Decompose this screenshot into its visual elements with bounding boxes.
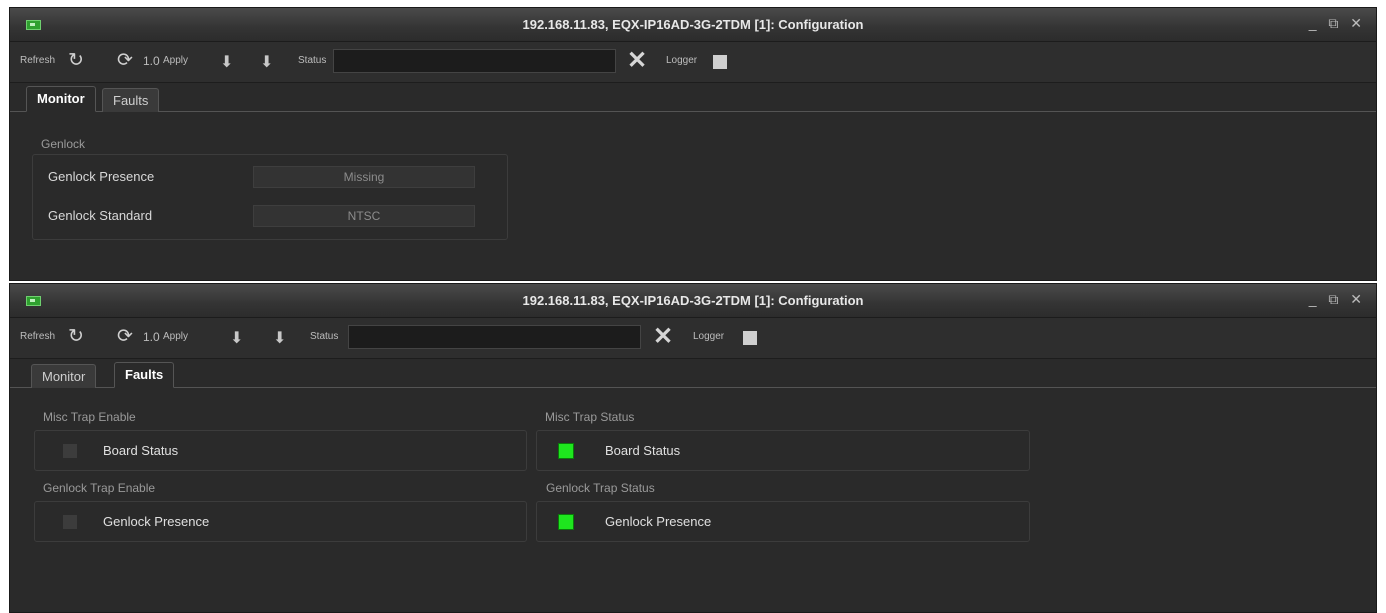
toolbar: Refresh ↻ ⟳ 1.0 Apply ⬇ ⬇ Status ✕ Logge… (10, 42, 1376, 83)
refresh-label: Refresh (20, 55, 56, 66)
download-all-icon[interactable]: ⬇ (260, 52, 273, 72)
tab-faults[interactable]: Faults (114, 362, 175, 388)
close-icon[interactable]: ✕ (1350, 15, 1366, 32)
window-title: 192.168.11.83, EQX-IP16AD-3G-2TDM [1]: C… (522, 17, 864, 32)
genlock-presence-status-label: Genlock Presence (605, 514, 712, 529)
genlock-presence-enable-label: Genlock Presence (103, 514, 210, 529)
title-bar[interactable]: 192.168.11.83, EQX-IP16AD-3G-2TDM [1]: C… (10, 284, 1376, 318)
version-label: 1.0 (143, 54, 160, 68)
window-controls: _ ⧉ ✕ (1309, 15, 1366, 32)
genlock-trap-status-group: Genlock Presence (536, 501, 1030, 542)
genlock-standard-value: NTSC (253, 205, 475, 227)
logger-toggle[interactable] (743, 331, 757, 345)
apply-label[interactable]: Apply (163, 55, 188, 66)
status-field (348, 325, 641, 349)
tab-faults[interactable]: Faults (102, 88, 160, 112)
genlock-presence-label: Genlock Presence (48, 169, 155, 184)
genlock-trap-enable-group: Genlock Presence (34, 501, 527, 542)
title-bar[interactable]: 192.168.11.83, EQX-IP16AD-3G-2TDM [1]: C… (10, 8, 1376, 42)
download-all-icon[interactable]: ⬇ (273, 328, 286, 348)
window-controls: _ ⧉ ✕ (1309, 291, 1366, 308)
minimize-icon[interactable]: _ (1309, 291, 1321, 307)
reload-icon[interactable]: ⟳ (117, 327, 133, 347)
board-status-enable-checkbox[interactable] (62, 443, 78, 459)
version-label: 1.0 (143, 330, 160, 344)
misc-trap-enable-group: Board Status (34, 430, 527, 471)
genlock-presence-enable-checkbox[interactable] (62, 514, 78, 530)
tab-monitor[interactable]: Monitor (31, 364, 97, 388)
board-status-enable-label: Board Status (103, 443, 179, 458)
tab-bar: Monitor Faults (10, 359, 1376, 388)
genlock-presence-value: Missing (253, 166, 475, 188)
status-label: Status (298, 55, 327, 66)
download-icon[interactable]: ⬇ (220, 52, 233, 72)
status-field (333, 49, 616, 73)
genlock-group: Genlock Presence Missing Genlock Standar… (32, 154, 508, 240)
reload-icon[interactable]: ⟳ (117, 51, 133, 71)
genlock-presence-indicator-icon (558, 514, 574, 530)
genlock-trap-enable-title: Genlock Trap Enable (43, 481, 156, 495)
config-window-faults: 192.168.11.83, EQX-IP16AD-3G-2TDM [1]: C… (9, 283, 1377, 613)
restore-icon[interactable]: ⧉ (1328, 15, 1342, 32)
window-title: 192.168.11.83, EQX-IP16AD-3G-2TDM [1]: C… (522, 293, 864, 308)
tab-monitor[interactable]: Monitor (26, 86, 96, 112)
genlock-standard-label: Genlock Standard (48, 208, 153, 223)
close-icon[interactable]: ✕ (1350, 291, 1366, 308)
board-status-indicator-icon (558, 443, 574, 459)
minimize-icon[interactable]: _ (1309, 15, 1321, 31)
status-label: Status (310, 331, 339, 342)
tab-bar: Monitor Faults (10, 83, 1376, 112)
restore-icon[interactable]: ⧉ (1328, 291, 1342, 308)
logger-toggle[interactable] (713, 55, 727, 69)
toolbar: Refresh ↻ ⟳ 1.0 Apply ⬇ ⬇ Status ✕ Logge… (10, 318, 1376, 359)
board-status-status-label: Board Status (605, 443, 681, 458)
genlock-trap-status-title: Genlock Trap Status (546, 481, 655, 495)
logger-label: Logger (693, 331, 725, 342)
logger-label: Logger (666, 55, 698, 66)
clear-icon[interactable]: ✕ (627, 48, 647, 74)
apply-label[interactable]: Apply (163, 331, 188, 342)
refresh-icon[interactable]: ↻ (68, 327, 84, 347)
clear-icon[interactable]: ✕ (653, 324, 673, 350)
download-icon[interactable]: ⬇ (230, 328, 243, 348)
refresh-icon[interactable]: ↻ (68, 51, 84, 71)
misc-trap-enable-title: Misc Trap Enable (43, 410, 136, 424)
misc-trap-status-title: Misc Trap Status (545, 410, 635, 424)
misc-trap-status-group: Board Status (536, 430, 1030, 471)
config-window-monitor: 192.168.11.83, EQX-IP16AD-3G-2TDM [1]: C… (9, 7, 1377, 281)
refresh-label: Refresh (20, 331, 56, 342)
genlock-section-title: Genlock (41, 137, 86, 151)
